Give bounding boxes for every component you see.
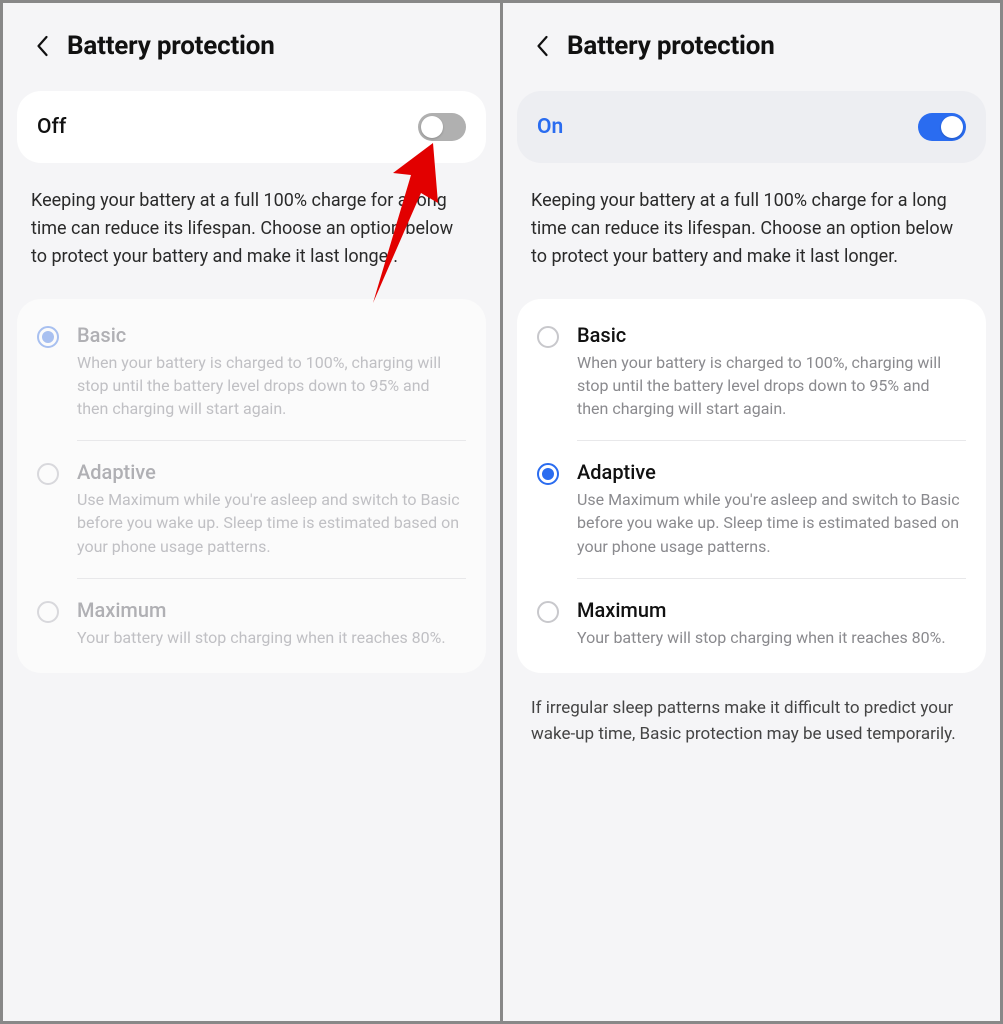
option-title: Adaptive: [77, 460, 464, 484]
radio-icon: [537, 601, 559, 623]
option-title: Adaptive: [577, 460, 964, 484]
option-adaptive[interactable]: Adaptive Use Maximum while you're asleep…: [517, 440, 986, 578]
toggle-switch[interactable]: [918, 113, 966, 141]
option-desc: Use Maximum while you're asleep and swit…: [77, 488, 464, 558]
radio-icon: [37, 326, 59, 348]
option-title: Maximum: [77, 598, 464, 622]
options-list: Basic When your battery is charged to 10…: [517, 299, 986, 673]
radio-icon: [37, 463, 59, 485]
option-title: Basic: [77, 323, 464, 347]
option-title: Basic: [577, 323, 964, 347]
option-maximum[interactable]: Maximum Your battery will stop charging …: [517, 578, 986, 669]
page-title: Battery protection: [567, 31, 775, 61]
option-desc: When your battery is charged to 100%, ch…: [77, 351, 464, 421]
option-basic[interactable]: Basic When your battery is charged to 10…: [517, 303, 986, 441]
toggle-label: On: [537, 115, 563, 139]
option-maximum[interactable]: Maximum Your battery will stop charging …: [17, 578, 486, 669]
page-title: Battery protection: [67, 31, 275, 61]
back-icon[interactable]: [531, 35, 553, 57]
header: Battery protection: [3, 3, 500, 91]
footnote-text: If irregular sleep patterns make it diff…: [503, 673, 1000, 770]
option-adaptive[interactable]: Adaptive Use Maximum while you're asleep…: [17, 440, 486, 578]
option-desc: Your battery will stop charging when it …: [577, 626, 964, 649]
options-list: Basic When your battery is charged to 10…: [17, 299, 486, 673]
master-toggle-row[interactable]: On: [517, 91, 986, 163]
radio-icon: [537, 326, 559, 348]
radio-icon: [37, 601, 59, 623]
toggle-switch[interactable]: [418, 113, 466, 141]
radio-icon: [537, 463, 559, 485]
option-desc: When your battery is charged to 100%, ch…: [577, 351, 964, 421]
panel-off: Battery protection Off Keeping your batt…: [3, 3, 500, 1021]
toggle-label: Off: [37, 115, 66, 139]
header: Battery protection: [503, 3, 1000, 91]
option-basic[interactable]: Basic When your battery is charged to 10…: [17, 303, 486, 441]
option-title: Maximum: [577, 598, 964, 622]
description-text: Keeping your battery at a full 100% char…: [3, 163, 500, 291]
option-desc: Your battery will stop charging when it …: [77, 626, 464, 649]
master-toggle-row[interactable]: Off: [17, 91, 486, 163]
panel-on: Battery protection On Keeping your batte…: [503, 3, 1000, 1021]
description-text: Keeping your battery at a full 100% char…: [503, 163, 1000, 291]
back-icon[interactable]: [31, 35, 53, 57]
option-desc: Use Maximum while you're asleep and swit…: [577, 488, 964, 558]
